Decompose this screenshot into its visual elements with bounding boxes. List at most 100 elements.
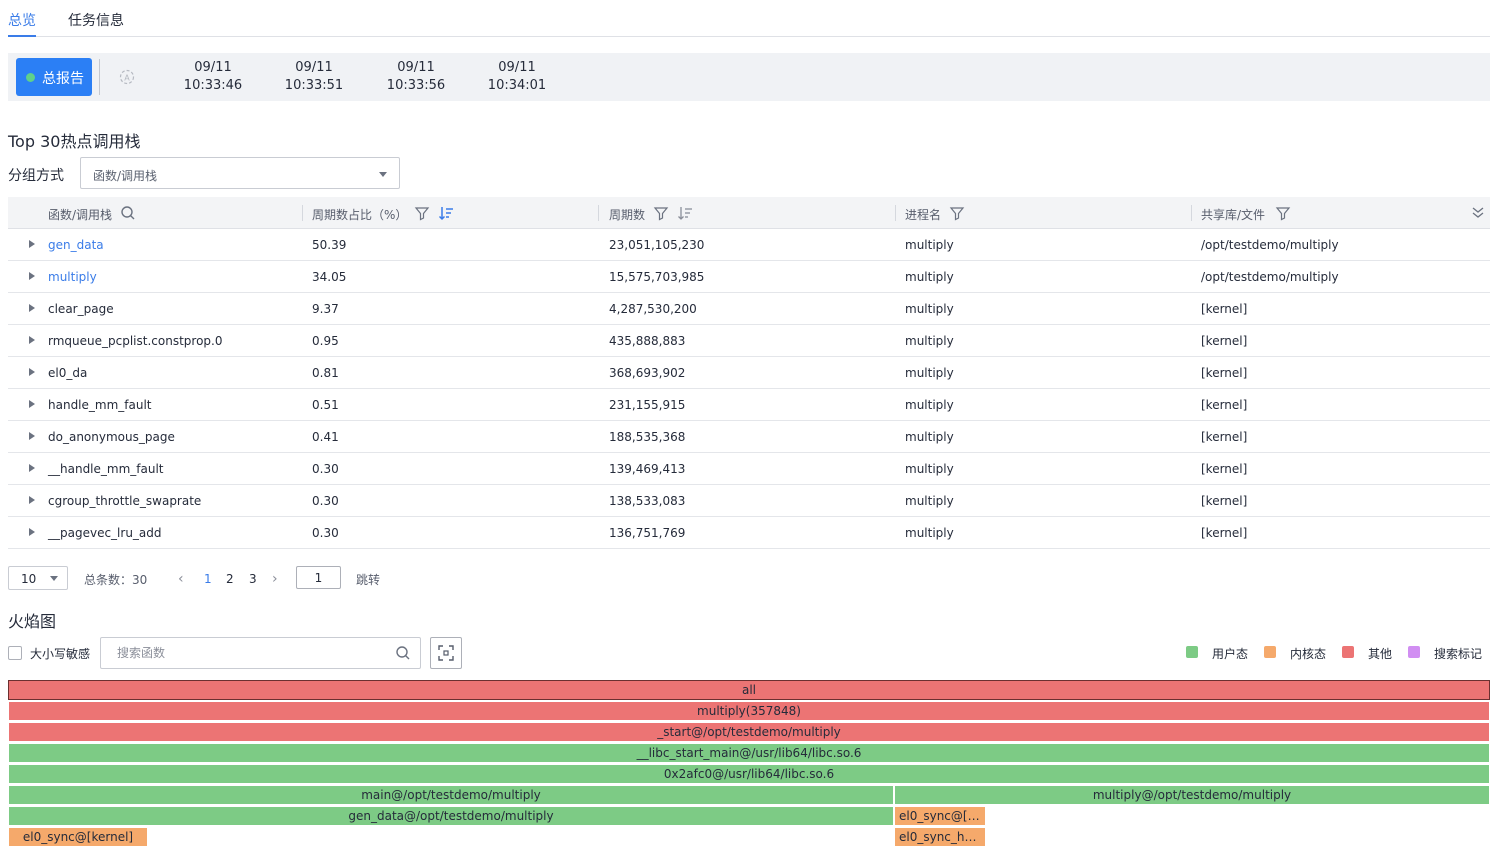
timeline-tick[interactable]: 09/11 10:34:01 bbox=[477, 59, 557, 95]
table-row[interactable]: gen_data 50.39 23,051,105,230 multiply/opt/… bbox=[8, 229, 1490, 261]
total-report-button[interactable]: 总报告 bbox=[16, 58, 92, 96]
legend-swatch-kernel bbox=[1264, 646, 1276, 658]
timeline-tick[interactable]: 09/11 10:33:46 bbox=[173, 59, 253, 95]
cell-lib: [kernel] bbox=[1201, 526, 1248, 540]
cell-process: multiply bbox=[905, 430, 954, 444]
jump-button[interactable]: 跳转 bbox=[356, 571, 380, 588]
table-row[interactable]: __handle_mm_fault 0.30 139,469,413 multiply… bbox=[8, 453, 1490, 485]
case-sensitive-label: 大小写敏感 bbox=[30, 647, 91, 661]
cell-process: multiply bbox=[905, 270, 954, 284]
table-row[interactable]: do_anonymous_page 0.41 188,535,368 multiply… bbox=[8, 421, 1490, 453]
cell-process: multiply bbox=[905, 494, 954, 508]
compare-icon[interactable]: A bbox=[118, 68, 136, 86]
page-jump-input[interactable] bbox=[296, 566, 341, 589]
fit-screen-button[interactable] bbox=[430, 637, 462, 669]
total-report-label: 总报告 bbox=[42, 71, 84, 87]
cell-cycles: 23,051,105,230 bbox=[609, 238, 705, 252]
col-header-cycles: 周期数 bbox=[609, 208, 646, 222]
cell-func[interactable]: multiply bbox=[48, 270, 97, 284]
flame-frame-main[interactable]: main@/opt/testdemo/multiply bbox=[8, 785, 894, 805]
cell-func: __handle_mm_fault bbox=[48, 462, 164, 476]
group-by-label: 分组方式 bbox=[8, 168, 64, 184]
expand-row-icon[interactable] bbox=[29, 496, 35, 504]
table-row[interactable]: rmqueue_pcplist.constprop.0 0.95 435,888,8… bbox=[8, 325, 1490, 357]
page-number[interactable]: 3 bbox=[249, 572, 257, 586]
expand-row-icon[interactable] bbox=[29, 368, 35, 376]
search-icon[interactable] bbox=[395, 645, 411, 661]
next-page-icon[interactable]: › bbox=[272, 571, 278, 587]
status-dot bbox=[26, 73, 35, 82]
page-size-select[interactable]: 10 bbox=[8, 566, 68, 590]
cell-lib: [kernel] bbox=[1201, 334, 1248, 348]
page-size-value: 10 bbox=[21, 572, 37, 586]
tab-overview[interactable]: 总览 bbox=[8, 10, 36, 37]
col-header-process: 进程名 bbox=[905, 208, 942, 222]
flame-frame-start[interactable]: _start@/opt/testdemo/multiply bbox=[8, 722, 1490, 742]
flame-frame-multiply[interactable]: multiply@/opt/testdemo/multiply bbox=[894, 785, 1490, 805]
expand-row-icon[interactable] bbox=[29, 304, 35, 312]
search-icon[interactable] bbox=[120, 205, 136, 221]
expand-row-icon[interactable] bbox=[29, 464, 35, 472]
filter-icon[interactable] bbox=[414, 205, 430, 221]
col-header-ratio: 周期数占比（%） bbox=[312, 208, 408, 222]
expand-row-icon[interactable] bbox=[29, 336, 35, 344]
cell-ratio: 0.41 bbox=[312, 430, 339, 444]
flame-frame-libc-addr[interactable]: 0x2afc0@/usr/lib64/libc.so.6 bbox=[8, 764, 1490, 784]
tab-task-info[interactable]: 任务信息 bbox=[68, 10, 124, 37]
cell-process: multiply bbox=[905, 526, 954, 540]
cell-ratio: 0.81 bbox=[312, 366, 339, 380]
cell-func: handle_mm_fault bbox=[48, 398, 152, 412]
legend-label-search: 搜索标记 bbox=[1434, 647, 1483, 661]
table-row[interactable]: el0_da 0.81 368,693,902 multiply [kernel] bbox=[8, 357, 1490, 389]
total-count: 总条数：30 bbox=[84, 573, 148, 587]
table-row[interactable]: handle_mm_fault 0.51 231,155,915 multiply [k… bbox=[8, 389, 1490, 421]
cell-lib: [kernel] bbox=[1201, 366, 1248, 380]
cell-func: el0_da bbox=[48, 366, 88, 380]
table-row[interactable]: cgroup_throttle_swaprate 0.30 138,533,083 m… bbox=[8, 485, 1490, 517]
page-number[interactable]: 1 bbox=[204, 572, 212, 586]
flame-frame-all[interactable]: all bbox=[8, 680, 1490, 700]
timeline-tick[interactable]: 09/11 10:33:51 bbox=[274, 59, 354, 95]
timeline-tick[interactable]: 09/11 10:33:56 bbox=[376, 59, 456, 95]
cell-ratio: 0.95 bbox=[312, 334, 339, 348]
group-by-select[interactable]: 函数/调用栈 bbox=[80, 157, 400, 189]
cell-cycles: 435,888,883 bbox=[609, 334, 686, 348]
table-row[interactable]: clear_page 9.37 4,287,530,200 multiply [kern… bbox=[8, 293, 1490, 325]
col-header-lib: 共享库/文件 bbox=[1201, 208, 1266, 222]
svg-text:A: A bbox=[124, 74, 130, 83]
sort-icon[interactable] bbox=[677, 205, 693, 221]
page-number[interactable]: 2 bbox=[226, 572, 234, 586]
function-search-input[interactable] bbox=[101, 638, 381, 668]
case-sensitive-checkbox[interactable] bbox=[8, 646, 22, 660]
expand-row-icon[interactable] bbox=[29, 400, 35, 408]
cell-lib: /opt/testdemo/multiply bbox=[1201, 238, 1339, 252]
cell-func: cgroup_throttle_swaprate bbox=[48, 494, 202, 508]
cell-process: multiply bbox=[905, 238, 954, 252]
cell-cycles: 139,469,413 bbox=[609, 462, 686, 476]
flame-frame-el0-sync[interactable]: el0_sync@[k... bbox=[894, 806, 986, 826]
sort-descending-icon[interactable] bbox=[438, 205, 454, 221]
cell-func: clear_page bbox=[48, 302, 114, 316]
table-row[interactable]: multiply 34.05 15,575,703,985 multiply/opt/… bbox=[8, 261, 1490, 293]
cell-cycles: 188,535,368 bbox=[609, 430, 686, 444]
cell-cycles: 368,693,902 bbox=[609, 366, 686, 380]
table-row[interactable]: __pagevec_lru_add 0.30 136,751,769 multiply… bbox=[8, 517, 1490, 549]
flame-frame-el0-sync-handler[interactable]: el0_sync_ha... bbox=[894, 827, 986, 847]
column-divider bbox=[302, 205, 303, 221]
cell-cycles: 136,751,769 bbox=[609, 526, 686, 540]
expand-row-icon[interactable] bbox=[29, 240, 35, 248]
flame-frame-multiply-root[interactable]: multiply(357848) bbox=[8, 701, 1490, 721]
cell-func[interactable]: gen_data bbox=[48, 238, 104, 252]
filter-icon[interactable] bbox=[653, 205, 669, 221]
flame-frame-el0-sync-kernel[interactable]: el0_sync@[kernel] bbox=[8, 827, 148, 847]
filter-icon[interactable] bbox=[1275, 205, 1291, 221]
filter-icon[interactable] bbox=[949, 205, 965, 221]
expand-row-icon[interactable] bbox=[29, 432, 35, 440]
expand-row-icon[interactable] bbox=[29, 528, 35, 536]
expand-row-icon[interactable] bbox=[29, 272, 35, 280]
expand-all-icon[interactable] bbox=[1470, 205, 1486, 221]
flame-frame-libc-start-main[interactable]: __libc_start_main@/usr/lib64/libc.so.6 bbox=[8, 743, 1490, 763]
prev-page-icon[interactable]: ‹ bbox=[178, 571, 184, 587]
column-divider bbox=[1191, 205, 1192, 221]
flame-frame-gen-data[interactable]: gen_data@/opt/testdemo/multiply bbox=[8, 806, 894, 826]
